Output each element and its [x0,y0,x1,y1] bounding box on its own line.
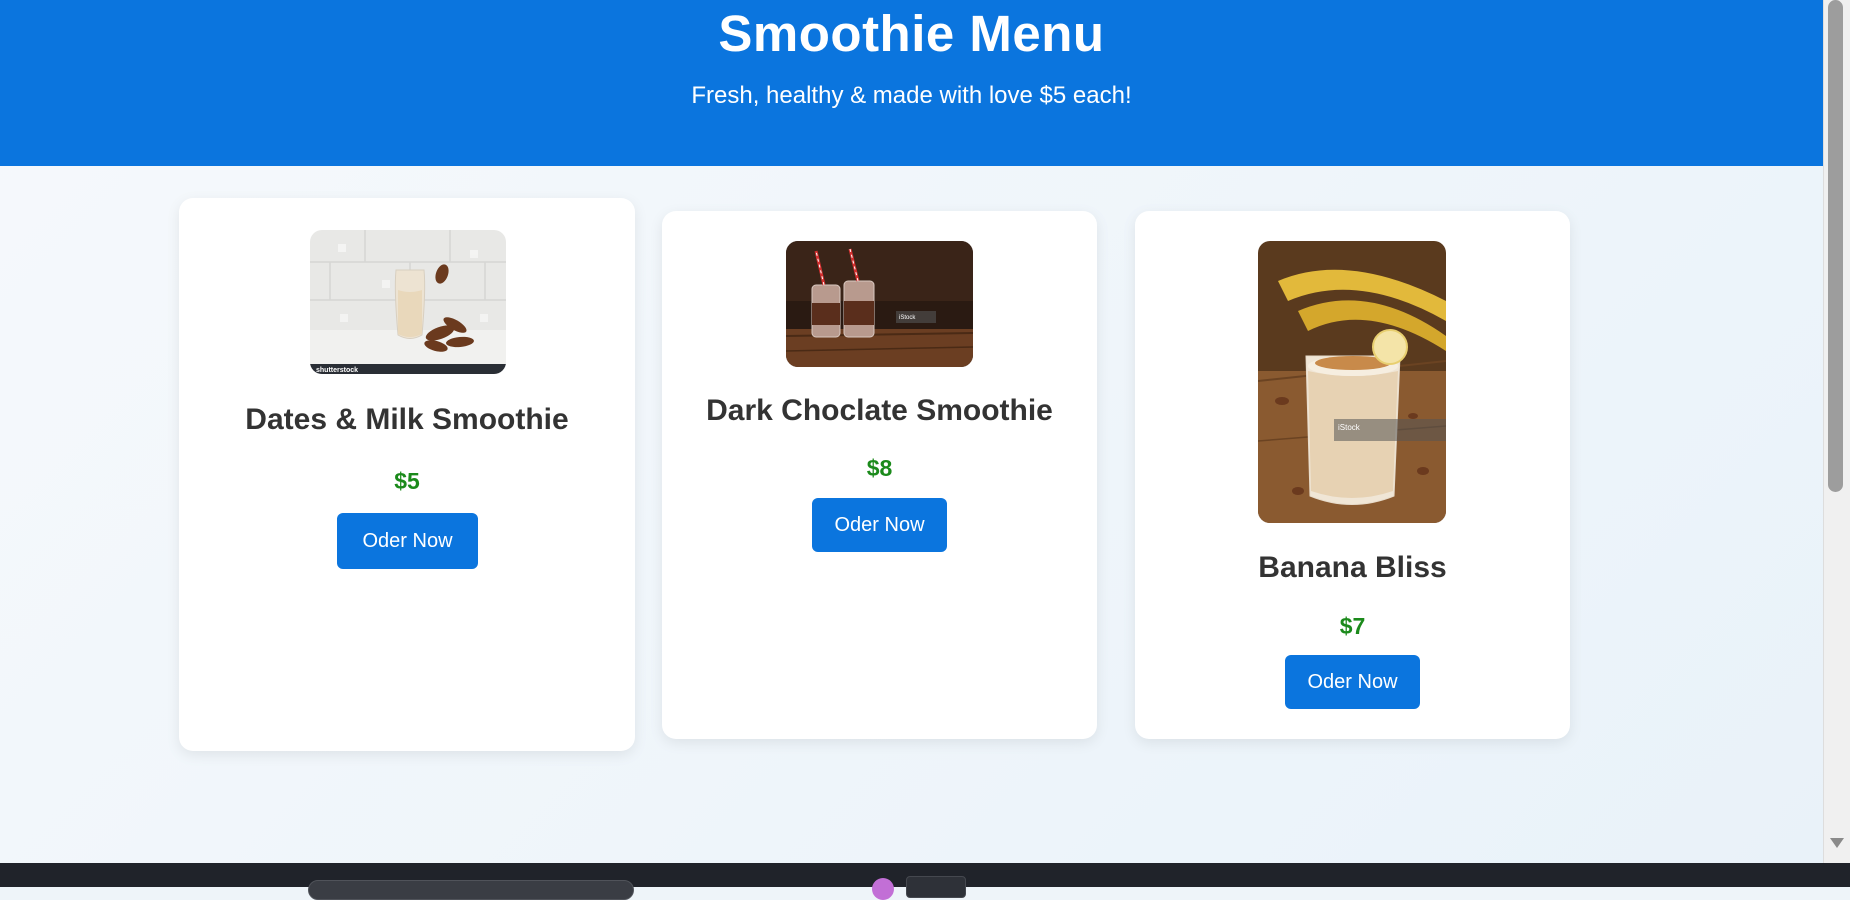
product-price: $7 [1339,613,1366,639]
scrollbar-thumb[interactable] [1828,0,1843,492]
product-name: Dark Choclate Smoothie [706,394,1053,427]
watermark-text: iStock [1338,423,1361,432]
page-header: Smoothie Menu Fresh, healthy & made with… [0,0,1823,166]
os-taskbar [0,863,1850,900]
watermark-text: shutterstock [316,367,358,374]
taskbar-app-button[interactable] [906,876,966,898]
scroll-down-arrow-icon[interactable] [1830,838,1844,848]
watermark-text: iStock [899,315,916,321]
product-price: $5 [394,468,420,494]
product-price: $8 [866,455,893,481]
smoothie-photo: iStock [786,241,973,367]
product-card: iStock Dark Choclate Smoothie $8 Oder No… [662,211,1097,739]
product-name: Banana Bliss [1258,551,1447,584]
taskbar-search-box[interactable] [308,880,634,900]
order-now-button[interactable]: Oder Now [1285,655,1420,709]
product-image-dark-chocolate: iStock [786,241,973,367]
taskbar-app-icon[interactable] [872,878,894,900]
page-subtitle: Fresh, healthy & made with love $5 each! [691,82,1132,109]
page-title: Smoothie Menu [718,5,1105,62]
smoothie-photo: shutterstock [310,230,506,374]
product-image-dates-milk: shutterstock [310,230,506,374]
product-card: iStock Banana Bliss $7 Oder Now [1135,211,1570,739]
product-image-banana-bliss: iStock [1258,241,1446,523]
vertical-scrollbar[interactable] [1823,0,1850,863]
product-card: shutterstock Dates & Milk Smoothie $5 Od… [179,198,635,751]
page-viewport: Smoothie Menu Fresh, healthy & made with… [0,0,1823,863]
order-now-button[interactable]: Oder Now [337,513,478,569]
product-name: Dates & Milk Smoothie [245,403,569,436]
smoothie-photo: iStock [1258,241,1446,523]
order-now-button[interactable]: Oder Now [812,498,947,552]
